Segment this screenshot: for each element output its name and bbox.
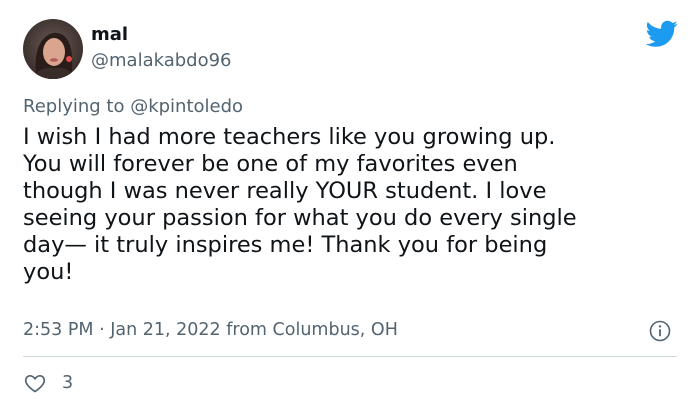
author-handle[interactable]: @malakabdo96 (91, 50, 232, 72)
like-count: 3 (62, 373, 74, 393)
author-display-name[interactable]: mal (91, 24, 128, 46)
heart-outline-icon (23, 371, 47, 395)
author-avatar[interactable] (23, 19, 83, 79)
location-prefix: from (220, 320, 273, 340)
tweet-text: I wish I had more teachers like you grow… (23, 124, 577, 285)
tweet-time[interactable]: 2:53 PM (23, 320, 94, 340)
info-icon[interactable] (648, 319, 672, 343)
tweet-metadata: 2:53 PM · Jan 21, 2022 from Columbus, OH (23, 319, 398, 341)
tweet-date[interactable]: Jan 21, 2022 (110, 320, 220, 340)
twitter-bird-icon[interactable] (646, 20, 678, 48)
like-button[interactable]: 3 (23, 370, 73, 396)
reply-prefix: Replying to (23, 96, 131, 117)
reply-context: Replying to @kpintoledo (23, 96, 243, 118)
meta-separator: · (93, 320, 111, 340)
tweet-card: mal @malakabdo96 Replying to @kpintoledo… (0, 0, 700, 410)
reply-mention-link[interactable]: @kpintoledo (130, 96, 243, 117)
tweet-location: Columbus, OH (272, 320, 398, 340)
divider (23, 356, 677, 357)
